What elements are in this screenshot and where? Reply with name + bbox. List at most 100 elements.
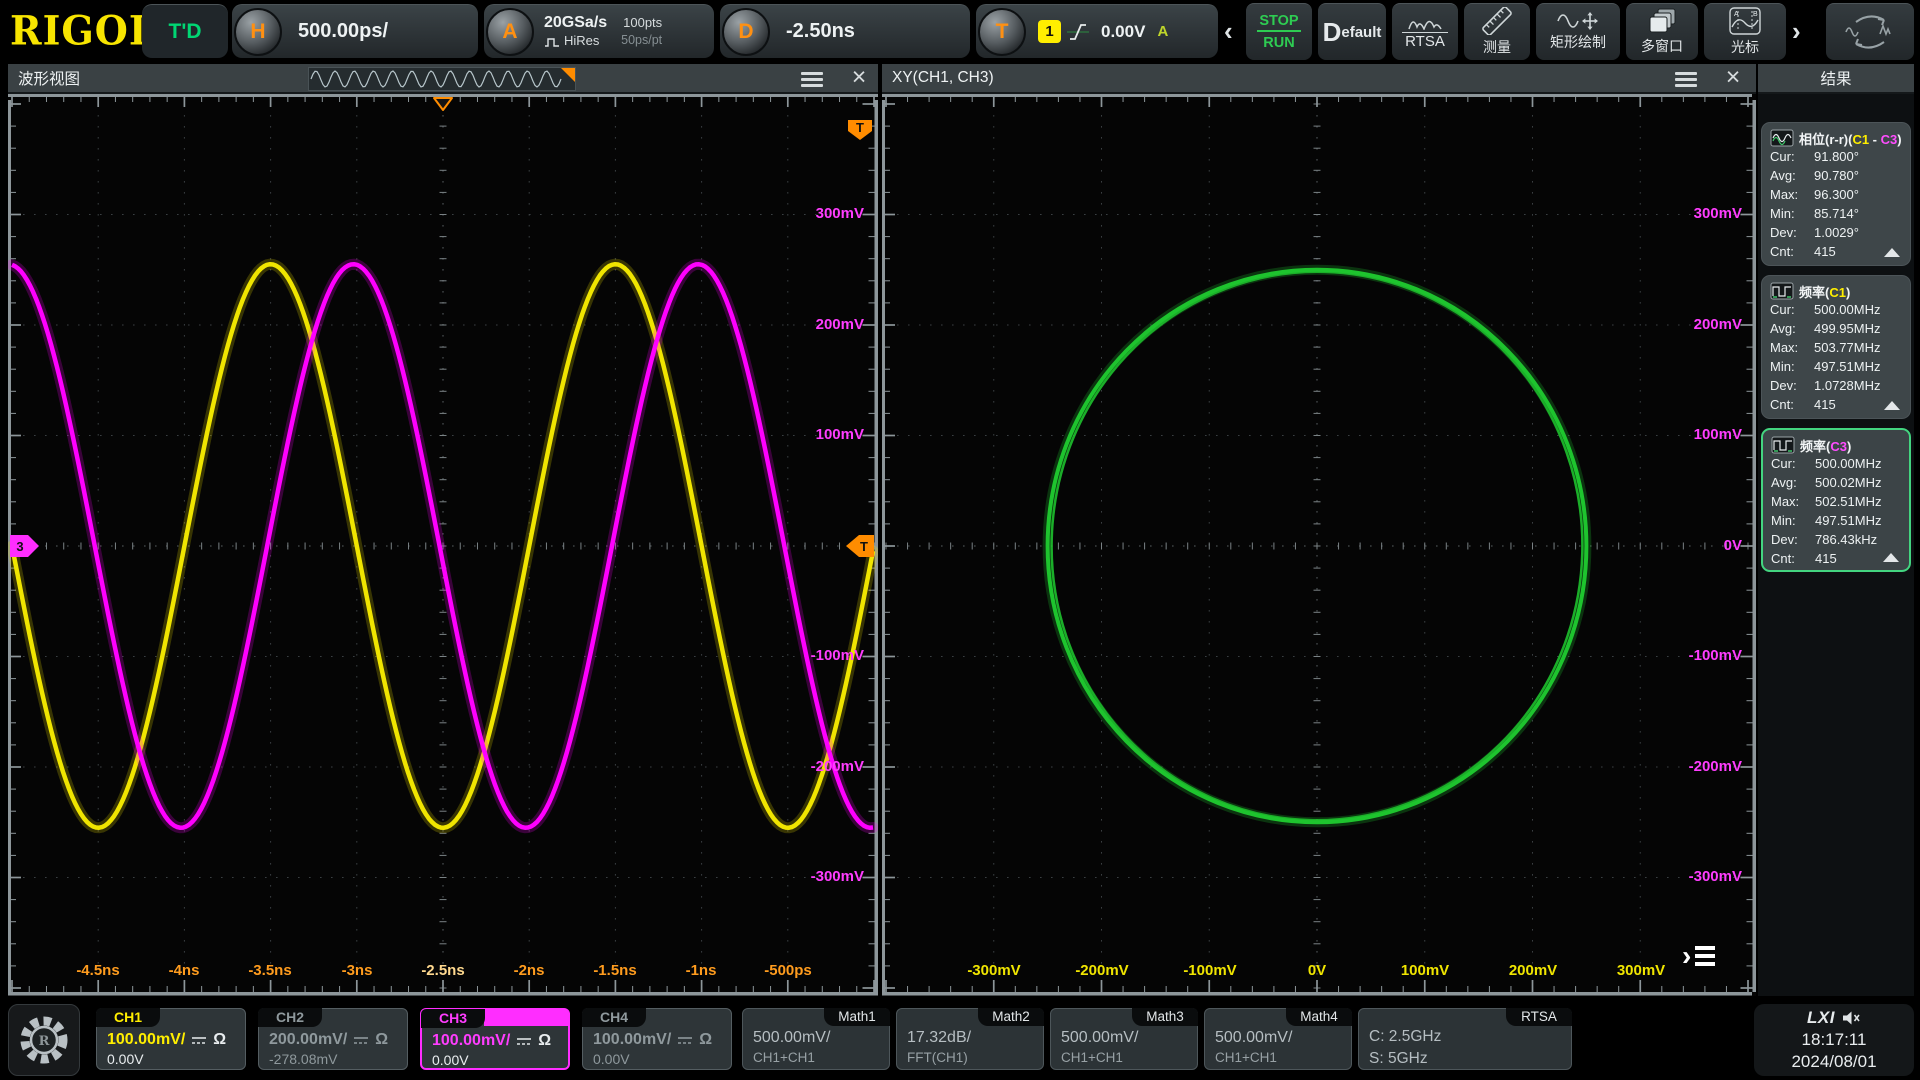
card-expand-icon[interactable]	[1883, 553, 1899, 562]
stat-value: 502.51MHz	[1815, 494, 1881, 513]
channel-1-tab[interactable]: CH1	[96, 1008, 160, 1027]
trigger-knob[interactable]: T	[978, 8, 1026, 56]
y-tick: 100mV	[816, 426, 864, 443]
default-setup-button[interactable]: D efault	[1318, 3, 1386, 60]
results-collapse-icon[interactable]: ›	[1682, 944, 1715, 968]
math3-tab[interactable]: Math3	[1132, 1008, 1198, 1026]
math1-card[interactable]: Math1 500.00mV/ CH1+CH1	[742, 1008, 890, 1070]
stat-label: Min:	[1770, 206, 1814, 225]
math4-card[interactable]: Math4 500.00mV/ CH1+CH1	[1204, 1008, 1352, 1070]
measurement-card-freq-c3[interactable]: 频率(C3) Cur:500.00MHz Avg:500.02MHz Max:5…	[1761, 428, 1911, 572]
xy-view-header[interactable]: XY(CH1, CH3) ×	[882, 64, 1756, 94]
acquisition-tile[interactable]: A 20GSa/s HiRes 100pts 50ps/pt	[484, 4, 714, 58]
system-status-tile[interactable]: LXI 18:17:11 2024/08/01	[1754, 1004, 1914, 1076]
y-tick: 200mV	[816, 316, 864, 333]
delay-knob[interactable]: D	[722, 8, 770, 56]
sine-move-icon	[1556, 12, 1600, 30]
channel-4-tab[interactable]: CH4	[582, 1008, 646, 1027]
dc-coupling-icon	[516, 1036, 532, 1047]
measure-button[interactable]: 测量	[1464, 3, 1530, 60]
stat-value: 500.00MHz	[1815, 456, 1881, 475]
xy-y-tick: -200mV	[1689, 758, 1742, 775]
impedance-icon: Ω	[699, 1031, 712, 1049]
math2-tab[interactable]: Math2	[978, 1008, 1044, 1026]
waveform-plot: TT3	[8, 94, 878, 996]
ch3-scale: 100.00mV/	[432, 1032, 510, 1050]
horizontal-knob[interactable]: H	[234, 8, 282, 56]
rtsa-card[interactable]: RTSA C: 2.5GHz S: 5GHz	[1358, 1008, 1572, 1070]
channel-3-card[interactable]: CH3 100.00mV/ Ω 0.00V	[420, 1008, 570, 1070]
ch2-offset: -278.08mV	[269, 1051, 337, 1067]
card-src1: C1	[1829, 285, 1846, 300]
stat-value: 85.714°	[1814, 206, 1859, 225]
channel-4-card[interactable]: CH4 100.00mV/ Ω 0.00V	[582, 1008, 732, 1070]
delay-value: -2.50ns	[786, 20, 855, 43]
stop-run-button[interactable]: STOP RUN	[1246, 3, 1312, 60]
ch1-offset: 0.00V	[107, 1051, 144, 1067]
preview-waveform	[309, 68, 575, 90]
stat-label: Cur:	[1770, 149, 1814, 168]
utility-menu-button[interactable]: R	[8, 1004, 80, 1076]
phase-measure-icon	[1770, 129, 1794, 147]
channel-2-tab[interactable]: CH2	[258, 1008, 322, 1027]
dc-coupling-icon	[353, 1035, 369, 1046]
rtsa-button[interactable]: RTSA	[1392, 3, 1458, 60]
results-title: 结果	[1820, 67, 1851, 89]
stacked-windows-icon	[1647, 8, 1677, 34]
measurement-card-phase[interactable]: 相位(r-r)(C1 - C3) Cur:91.800° Avg:90.780°…	[1761, 122, 1911, 266]
xy-y-tick: 100mV	[1694, 426, 1742, 443]
measurement-card-freq-c1[interactable]: 频率(C1) Cur:500.00MHz Avg:499.95MHz Max:5…	[1761, 275, 1911, 419]
horizontal-scale-tile[interactable]: H 500.00ps/	[232, 4, 478, 58]
y-tick: -200mV	[811, 758, 864, 775]
stat-label: Avg:	[1771, 475, 1815, 494]
waveform-grid-area[interactable]: TT3 -4.5ns -4ns -3.5ns -3ns -2.5ns -2ns …	[8, 94, 878, 996]
stat-label: Max:	[1770, 340, 1814, 359]
collapse-toolbar-left-icon[interactable]: ‹	[1224, 16, 1233, 47]
xy-close-icon[interactable]: ×	[1720, 63, 1746, 91]
cursor-button[interactable]: A B 光标	[1704, 3, 1786, 60]
channel-3-tab[interactable]: CH3	[421, 1009, 485, 1028]
stat-label: Max:	[1770, 187, 1814, 206]
rigol-logo: RIGOL	[10, 7, 157, 54]
x-tick-trigger: -2.5ns	[398, 962, 488, 979]
expand-toolbar-right-icon[interactable]: ›	[1792, 16, 1801, 47]
acquire-knob[interactable]: A	[486, 8, 534, 56]
card-expand-icon[interactable]	[1884, 248, 1900, 257]
trigger-tile[interactable]: T 1 0.00V A	[976, 4, 1218, 58]
svg-text:3: 3	[16, 539, 23, 554]
stat-label: Avg:	[1770, 168, 1814, 187]
math3-card[interactable]: Math3 500.00mV/ CH1+CH1	[1050, 1008, 1198, 1070]
waveform-menu-icon[interactable]	[801, 72, 823, 87]
math1-tab[interactable]: Math1	[824, 1008, 890, 1026]
trigger-slope-icon	[1067, 22, 1089, 42]
channel-2-card[interactable]: CH2 200.00mV/ Ω -278.08mV	[258, 1008, 408, 1070]
speaker-muted-icon[interactable]	[1841, 1010, 1861, 1026]
system-time: 18:17:11	[1802, 1029, 1867, 1051]
xy-plot	[882, 94, 1756, 996]
delay-tile[interactable]: D -2.50ns	[720, 4, 970, 58]
card-expand-icon[interactable]	[1884, 401, 1900, 410]
xy-grid-area[interactable]: -300mV -200mV -100mV 0V 100mV 200mV 300m…	[882, 94, 1756, 996]
lxi-badge: LXI	[1807, 1007, 1835, 1029]
stat-label: Cur:	[1770, 302, 1814, 321]
x-tick: -1.5ns	[570, 962, 660, 979]
ch4-scale: 100.00mV/	[593, 1031, 671, 1049]
channel-1-card[interactable]: CH1 100.00mV/ Ω 0.00V	[96, 1008, 246, 1070]
xy-menu-icon[interactable]	[1675, 72, 1697, 87]
math4-tab[interactable]: Math4	[1286, 1008, 1352, 1026]
svg-text:T: T	[856, 120, 864, 135]
rect-draw-button[interactable]: 矩形绘制	[1536, 3, 1620, 60]
waveform-view-panel: 波形视图 × TT3 -4.5ns -4ns -3.5ns -3ns -2.5n…	[8, 64, 878, 996]
waveform-close-icon[interactable]: ×	[846, 63, 872, 91]
pulse-icon	[544, 37, 560, 47]
multi-window-button[interactable]: 多窗口	[1626, 3, 1698, 60]
waveform-view-header[interactable]: 波形视图 ×	[8, 64, 878, 94]
trigger-source-badge[interactable]: 1	[1038, 20, 1061, 43]
math2-card[interactable]: Math2 17.32dB/ FFT(CH1)	[896, 1008, 1044, 1070]
stat-value: 499.95MHz	[1814, 321, 1880, 340]
timebase-preview-strip[interactable]	[308, 67, 576, 91]
rtsa-tab[interactable]: RTSA	[1506, 1008, 1572, 1026]
card-suffix: )	[1897, 132, 1901, 147]
mode-switch-button[interactable]	[1826, 3, 1914, 60]
waveform-view-title: 波形视图	[18, 67, 80, 89]
